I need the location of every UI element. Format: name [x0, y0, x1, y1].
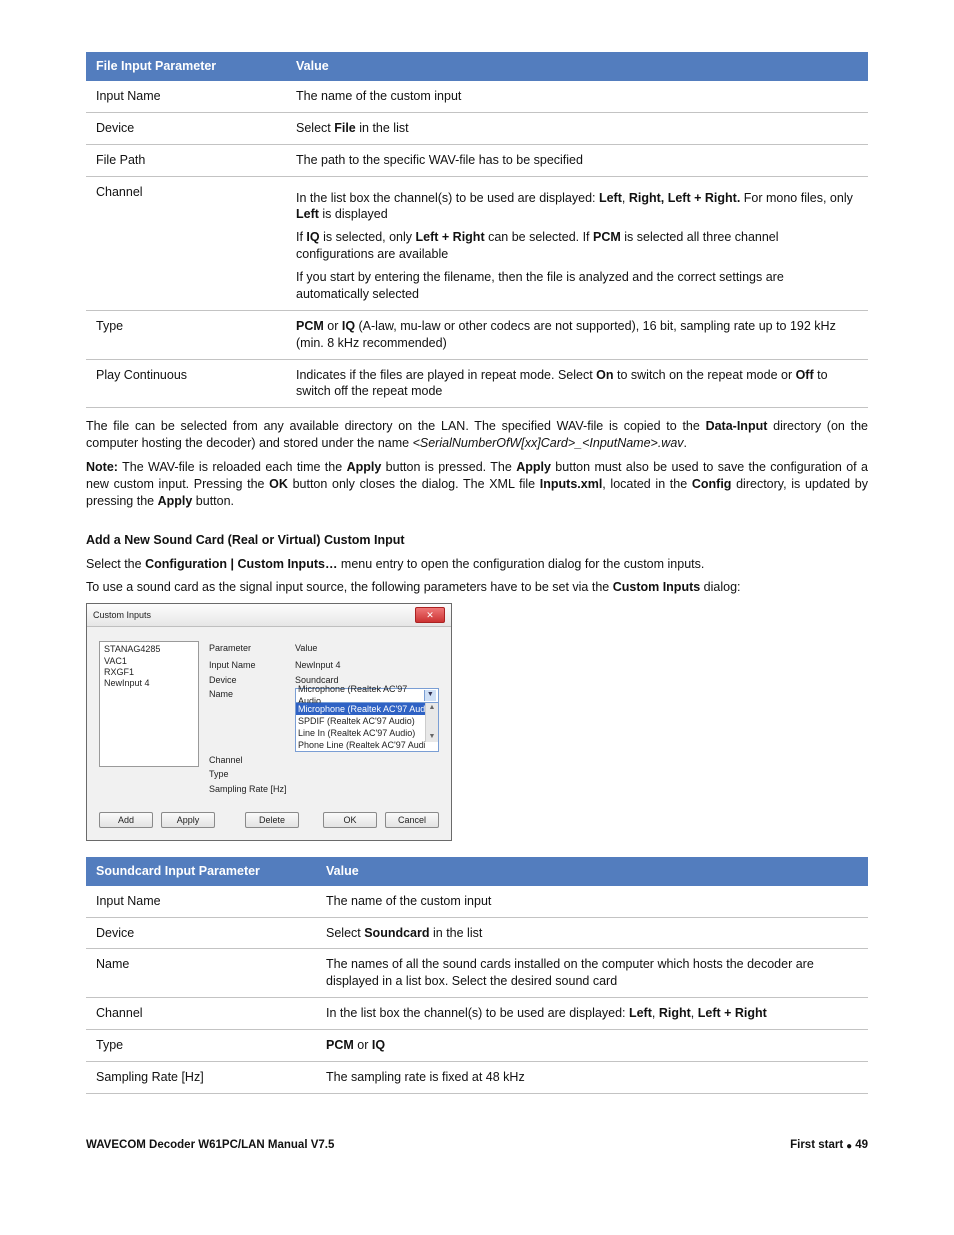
footer-left: WAVECOM Decoder W61PC/LAN Manual V7.5 — [86, 1138, 334, 1154]
table-row: Input NameThe name of the custom input — [86, 886, 868, 917]
table-header: Value — [316, 857, 868, 886]
param-value: The sampling rate is fixed at 48 kHz — [316, 1061, 868, 1093]
soundcard-input-parameter-table: Soundcard Input Parameter Value Input Na… — [86, 857, 868, 1094]
table-row: Input NameThe name of the custom input — [86, 81, 868, 112]
table-row: File PathThe path to the specific WAV-fi… — [86, 144, 868, 176]
cancel-button[interactable]: Cancel — [385, 812, 439, 828]
body-paragraph: The file can be selected from any availa… — [86, 418, 868, 452]
param-name: Play Continuous — [86, 359, 286, 408]
param-name: Channel — [86, 998, 316, 1030]
note-paragraph: Note: The WAV-file is reloaded each time… — [86, 459, 868, 510]
param-value: Select Soundcard in the list — [316, 917, 868, 949]
page-footer: WAVECOM Decoder W61PC/LAN Manual V7.5 Fi… — [86, 1138, 868, 1154]
param-value: NewInput 4 — [295, 658, 439, 672]
param-name: Type — [86, 310, 286, 359]
param-value: In the list box the channel(s) to be use… — [316, 998, 868, 1030]
scroll-up-icon[interactable]: ▲ — [429, 703, 436, 712]
param-name: File Path — [86, 144, 286, 176]
table-row: ChannelIn the list box the channel(s) to… — [86, 176, 868, 310]
footer-right: First start●49 — [790, 1138, 868, 1154]
custom-inputs-dialog: Custom Inputs ✕ STANAG4285VAC1RXGF1NewIn… — [86, 603, 452, 841]
dropdown-option[interactable]: SPDIF (Realtek AC'97 Audio) — [296, 715, 425, 727]
param-name: Device — [86, 112, 286, 144]
param-label: Channel — [209, 753, 295, 767]
dropdown-option[interactable]: Microphone (Realtek AC'97 Audio — [296, 703, 425, 715]
table-row: DeviceSelect Soundcard in the list — [86, 917, 868, 949]
scroll-down-icon[interactable]: ▼ — [429, 732, 436, 741]
param-name: Type — [86, 1030, 316, 1062]
param-name: Input Name — [86, 81, 286, 112]
chevron-down-icon[interactable]: ▼ — [424, 690, 436, 701]
param-value: The name of the custom input — [316, 886, 868, 917]
param-value: The names of all the sound cards install… — [316, 949, 868, 998]
inputs-listbox[interactable]: STANAG4285VAC1RXGF1NewInput 4 — [99, 641, 199, 767]
table-header: File Input Parameter — [86, 52, 286, 81]
apply-button[interactable]: Apply — [161, 812, 215, 828]
ok-button[interactable]: OK — [323, 812, 377, 828]
body-paragraph: Select the Configuration | Custom Inputs… — [86, 556, 868, 573]
table-row: NameThe names of all the sound cards ins… — [86, 949, 868, 998]
param-label: Sampling Rate [Hz] — [209, 782, 295, 796]
list-item[interactable]: RXGF1 — [104, 667, 194, 678]
dropdown-option[interactable]: Phone Line (Realtek AC'97 Audio — [296, 739, 425, 751]
param-value: Indicates if the files are played in rep… — [286, 359, 868, 408]
dialog-title: Custom Inputs — [93, 609, 151, 621]
name-dropdown[interactable]: ▲ ▼ Microphone (Realtek AC'97 AudioSPDIF (… — [295, 703, 439, 753]
param-label: Type — [209, 767, 295, 781]
param-value: PCM or IQ — [316, 1030, 868, 1062]
table-row: DeviceSelect File in the list — [86, 112, 868, 144]
param-name: Name — [86, 949, 316, 998]
param-value: The name of the custom input — [286, 81, 868, 112]
param-value: PCM or IQ (A-law, mu-law or other codecs… — [286, 310, 868, 359]
list-item[interactable]: STANAG4285 — [104, 644, 194, 655]
param-name: Sampling Rate [Hz] — [86, 1061, 316, 1093]
delete-button[interactable]: Delete — [245, 812, 299, 828]
param-name: Channel — [86, 176, 286, 310]
param-label: Name — [209, 687, 295, 754]
param-value: Select File in the list — [286, 112, 868, 144]
list-item[interactable]: VAC1 — [104, 656, 194, 667]
table-row: ChannelIn the list box the channel(s) to… — [86, 998, 868, 1030]
param-value: The path to the specific WAV-file has to… — [286, 144, 868, 176]
table-row: Sampling Rate [Hz]The sampling rate is f… — [86, 1061, 868, 1093]
param-name: Device — [86, 917, 316, 949]
list-item[interactable]: NewInput 4 — [104, 678, 194, 689]
name-combobox[interactable]: Microphone (Realtek AC'97 Audio▼ — [295, 688, 439, 703]
body-paragraph: To use a sound card as the signal input … — [86, 579, 868, 596]
table-row: TypePCM or IQ (A-law, mu-law or other co… — [86, 310, 868, 359]
param-label: Device — [209, 673, 295, 687]
table-row: Play ContinuousIndicates if the files ar… — [86, 359, 868, 408]
section-heading: Add a New Sound Card (Real or Virtual) C… — [86, 532, 868, 549]
table-row: TypePCM or IQ — [86, 1030, 868, 1062]
file-input-parameter-table: File Input Parameter Value Input NameThe… — [86, 52, 868, 408]
param-value: In the list box the channel(s) to be use… — [286, 176, 868, 310]
param-name: Input Name — [86, 886, 316, 917]
add-button[interactable]: Add — [99, 812, 153, 828]
column-header: Parameter — [209, 641, 295, 655]
dropdown-option[interactable]: Line In (Realtek AC'97 Audio) — [296, 727, 425, 739]
table-header: Soundcard Input Parameter — [86, 857, 316, 886]
param-label: Input Name — [209, 658, 295, 672]
close-icon[interactable]: ✕ — [415, 607, 445, 623]
column-header: Value — [295, 641, 439, 655]
table-header: Value — [286, 52, 868, 81]
